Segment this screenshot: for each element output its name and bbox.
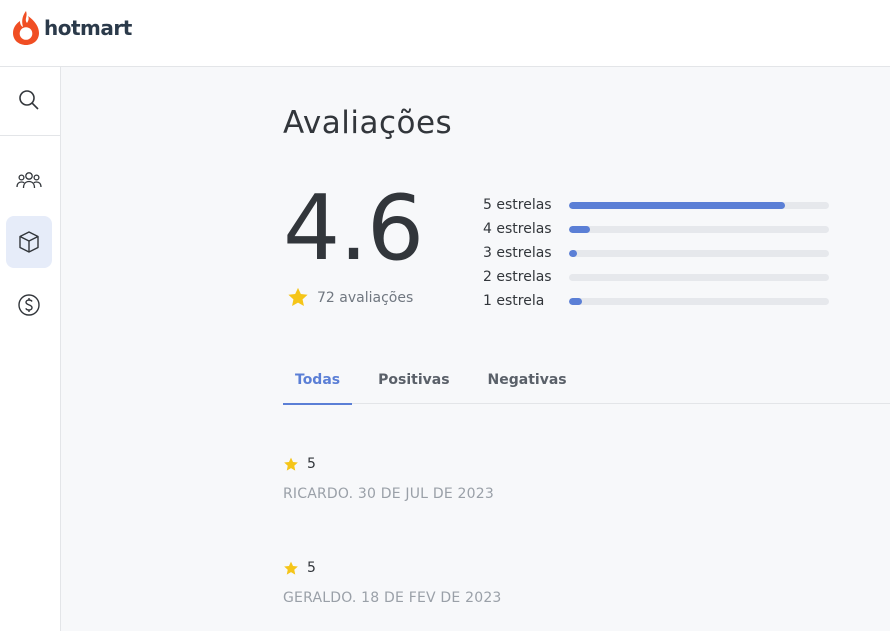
distribution-track [569,201,829,209]
distribution-label: 1 estrela [483,293,545,309]
distribution-track [569,273,829,281]
main-content: Avaliações 4.6 72 avaliações 5 estrelas … [61,67,890,631]
review-filter-tabs: Todas Positivas Negativas [283,362,890,405]
tab-positivas[interactable]: Positivas [366,362,461,404]
distribution-row: 5 estrelas [483,193,833,217]
tab-negativas[interactable]: Negativas [476,362,579,404]
tab-todas[interactable]: Todas [283,362,353,405]
rating-distribution: 5 estrelas 4 estrelas 3 estrelas 2 estre… [483,193,833,313]
distribution-fill [569,249,577,257]
search-icon [19,90,39,110]
top-bar: hotmart [0,0,890,67]
distribution-label: 4 estrelas [483,221,552,237]
distribution-track [569,249,829,257]
review-rating-value: 5 [307,560,316,576]
distribution-row: 2 estrelas [483,265,833,289]
average-score: 4.6 [283,176,424,281]
sidebar-item-users[interactable] [6,154,52,206]
sidebar-divider [0,135,60,136]
review-rating: 5 [283,456,494,472]
distribution-track [569,297,829,305]
sidebar [0,67,61,631]
review-author-date: GERALDO. 18 DE FEV DE 2023 [283,590,502,606]
flame-icon [13,11,39,45]
page-title: Avaliações [283,105,453,141]
distribution-fill [569,297,582,305]
box-icon [19,231,39,253]
brand-name: hotmart [44,16,132,40]
dollar-icon [18,294,40,316]
distribution-label: 5 estrelas [483,197,552,213]
sidebar-item-products[interactable] [6,216,52,268]
star-icon [284,457,298,471]
review-rating: 5 [283,560,502,576]
distribution-row: 4 estrelas [483,217,833,241]
star-icon [284,561,298,575]
review-count: 72 avaliações [287,287,413,308]
brand-logo[interactable]: hotmart [12,10,132,46]
sidebar-item-search[interactable] [6,74,52,126]
star-icon [288,287,308,306]
review-item: 5 RICARDO. 30 DE JUL DE 2023 [283,456,494,502]
distribution-fill [569,201,785,209]
distribution-row: 3 estrelas [483,241,833,265]
distribution-label: 3 estrelas [483,245,552,261]
review-rating-value: 5 [307,456,316,472]
distribution-row: 1 estrela [483,289,833,313]
users-icon [16,172,42,189]
distribution-fill [569,225,590,233]
review-author-date: RICARDO. 30 DE JUL DE 2023 [283,486,494,502]
distribution-track [569,225,829,233]
sidebar-item-finance[interactable] [6,279,52,331]
review-count-label: 72 avaliações [317,289,414,306]
distribution-label: 2 estrelas [483,269,552,285]
review-item: 5 GERALDO. 18 DE FEV DE 2023 [283,560,502,606]
